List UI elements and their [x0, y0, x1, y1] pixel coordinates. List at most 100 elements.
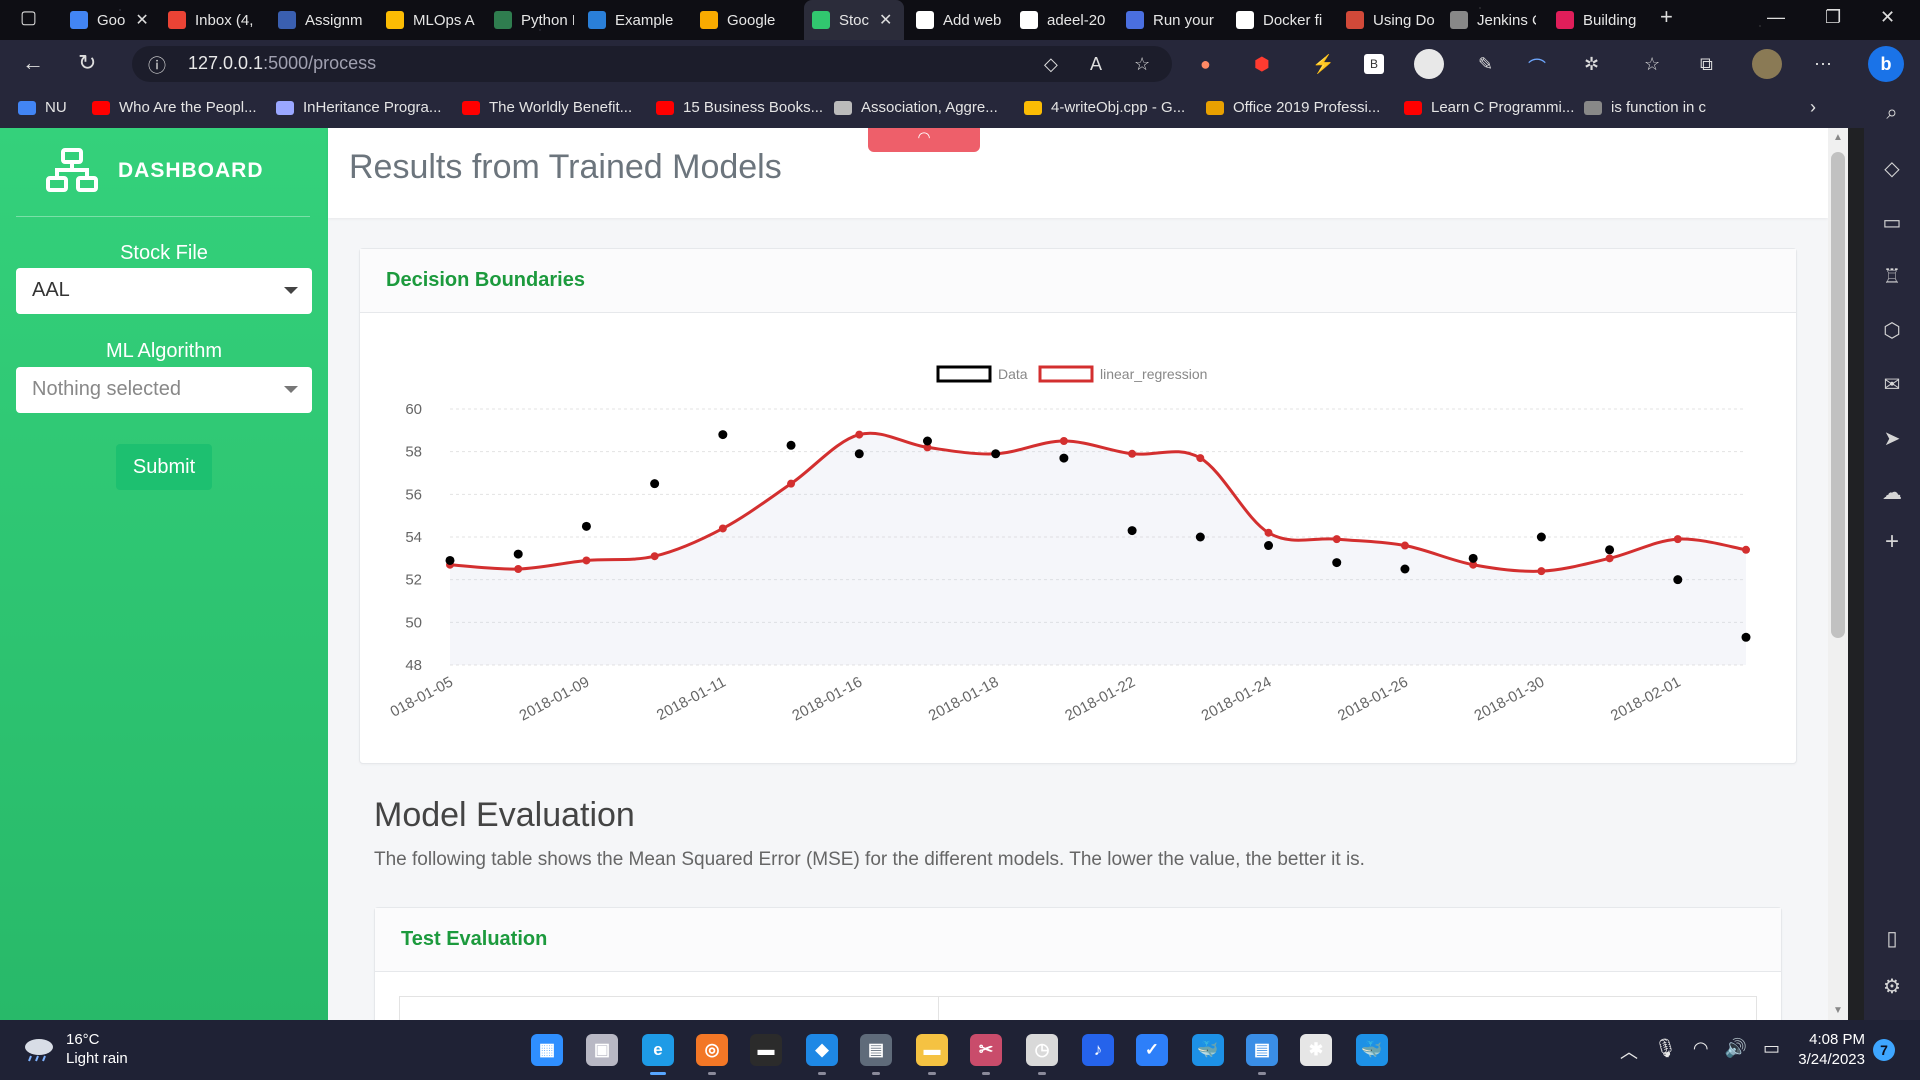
browser-tab[interactable]: Inbox (4,	[168, 6, 264, 34]
slack-icon[interactable]: ✱	[1300, 1034, 1332, 1066]
search-icon[interactable]: ⌕	[1864, 102, 1920, 125]
settings-gear-icon[interactable]: ⚙	[1864, 974, 1920, 999]
bookmark-item[interactable]: NU	[18, 99, 67, 116]
scroll-up-icon[interactable]: ▲	[1833, 132, 1843, 143]
bookmark-item[interactable]: The Worldly Benefit...	[462, 99, 632, 116]
browser-tab[interactable]: Add web	[916, 6, 1006, 34]
favorite-add-icon[interactable]: ☆	[1134, 54, 1150, 75]
browser-tab[interactable]: Python M	[494, 6, 574, 34]
volume-icon[interactable]: 🔊	[1725, 1038, 1747, 1064]
clock-icon[interactable]: ◷	[1026, 1034, 1058, 1075]
close-tab-icon[interactable]: ✕	[879, 10, 892, 30]
sidebar-toggle-icon[interactable]: ▯	[1864, 926, 1920, 951]
extension-bolt-icon[interactable]: ⚡	[1312, 54, 1334, 75]
snipping-tool-icon[interactable]: ✂	[970, 1034, 1002, 1075]
bing-copilot-icon[interactable]: b	[1868, 46, 1904, 82]
favorites-icon[interactable]: ☆	[1644, 54, 1660, 75]
close-tab-icon[interactable]: ✕	[135, 10, 148, 30]
browser-tab[interactable]: Building	[1556, 6, 1646, 34]
send-icon[interactable]: ➤	[1864, 426, 1920, 451]
wifi-icon[interactable]: ◠	[1693, 1038, 1709, 1064]
profile-avatar[interactable]	[1752, 49, 1782, 79]
cloud-icon[interactable]: ☁	[1864, 480, 1920, 505]
extension-b-icon[interactable]: B	[1364, 54, 1384, 74]
bookmarks-overflow-icon[interactable]: ›	[1810, 97, 1816, 118]
site-info-icon[interactable]: ⓘ	[148, 52, 166, 78]
tools-briefcase-icon[interactable]: ▭	[1864, 210, 1920, 235]
data-point	[1195, 532, 1205, 542]
bookmark-item[interactable]: Office 2019 Professi...	[1206, 99, 1380, 116]
extension-arc-icon[interactable]: ⌒	[1528, 54, 1546, 80]
file-explorer-icon[interactable]: ▬	[916, 1034, 948, 1075]
browser-tab[interactable]: Example	[588, 6, 688, 34]
scroll-down-icon[interactable]: ▼	[1833, 1005, 1843, 1016]
todo-icon[interactable]: ✓	[1136, 1034, 1168, 1066]
notification-badge[interactable]: 7	[1873, 1039, 1895, 1061]
y-tick-label: 56	[405, 486, 422, 503]
adblock-icon[interactable]: ⬢	[1254, 54, 1270, 75]
minimize-button[interactable]: —	[1767, 7, 1785, 28]
edge-icon[interactable]: e	[642, 1034, 674, 1075]
extension-orange-icon[interactable]: ●	[1200, 54, 1211, 75]
start-icon[interactable]: ▦	[531, 1034, 563, 1066]
bookmark-item[interactable]: 15 Business Books...	[656, 99, 823, 116]
tray-overflow-icon[interactable]: ︿	[1620, 1038, 1638, 1064]
tab-actions-icon[interactable]: ▢	[20, 7, 37, 28]
collections-icon[interactable]: ⧉	[1700, 54, 1713, 75]
notification-tab[interactable]: ◠	[868, 128, 980, 152]
close-window-button[interactable]: ✕	[1880, 7, 1895, 28]
new-tab-button[interactable]: +	[1660, 4, 1673, 30]
restore-button[interactable]: ❐	[1825, 7, 1841, 28]
browser-tab[interactable]: Docker fi	[1236, 6, 1332, 34]
docker-icon[interactable]: 🐳	[1192, 1034, 1224, 1066]
brand[interactable]: DASHBOARD	[46, 148, 264, 194]
calculator-icon[interactable]: ▤	[860, 1034, 892, 1075]
voice-recorder-icon[interactable]: ♪	[1082, 1034, 1114, 1066]
vscode-icon[interactable]: ◆	[806, 1034, 838, 1075]
clock[interactable]: 4:08 PM 3/24/2023	[1795, 1030, 1865, 1070]
browser-tab[interactable]: adeel-20	[1020, 6, 1116, 34]
add-sidebar-icon[interactable]: +	[1864, 528, 1920, 556]
stock-file-select[interactable]: AAL	[16, 268, 312, 314]
extension-pen-icon[interactable]: ✎	[1478, 54, 1493, 75]
extension-globe-icon[interactable]	[1414, 49, 1444, 79]
browser-tab[interactable]: MLOps A	[386, 6, 478, 34]
bookmark-item[interactable]: Who Are the Peopl...	[92, 99, 257, 116]
weather-widget[interactable]: 16°C Light rain	[22, 1030, 128, 1068]
office-icon[interactable]: ⬡	[1864, 318, 1920, 343]
task-view-icon[interactable]: ▣	[586, 1034, 618, 1066]
terminal-icon[interactable]: ▬	[750, 1034, 782, 1066]
jupyter-icon[interactable]: ◎	[696, 1034, 728, 1075]
browser-tab[interactable]: Assignm	[278, 6, 370, 34]
bookmark-item[interactable]: 4-writeObj.cpp - G...	[1024, 99, 1185, 116]
ml-algorithm-select[interactable]: Nothing selected	[16, 367, 312, 413]
games-icon[interactable]: ♖	[1864, 264, 1920, 289]
browser-tab[interactable]: Jenkins C	[1450, 6, 1536, 34]
submit-button[interactable]: Submit	[116, 444, 212, 490]
browser-tab[interactable]: Stoc ✕	[804, 0, 904, 40]
page-scrollbar[interactable]: ▲ ▼	[1828, 128, 1848, 1020]
browser-tab[interactable]: Run your	[1126, 6, 1222, 34]
read-aloud-icon[interactable]: A	[1090, 54, 1102, 75]
battery-icon[interactable]: ▭	[1763, 1038, 1780, 1064]
more-menu-icon[interactable]: ⋯	[1814, 54, 1832, 75]
tab-title: Add web	[943, 11, 1002, 29]
notepad-icon[interactable]: ▤	[1246, 1034, 1278, 1075]
outlook-icon[interactable]: ✉	[1864, 372, 1920, 397]
scrollbar-thumb[interactable]	[1831, 152, 1845, 638]
bookmark-item[interactable]: InHeritance Progra...	[276, 99, 441, 116]
docker-desktop-icon[interactable]: 🐳	[1356, 1034, 1388, 1066]
back-icon[interactable]: ←	[22, 50, 44, 76]
refresh-icon[interactable]: ↻	[78, 50, 96, 76]
browser-tab[interactable]: Goo ✕	[70, 6, 154, 34]
extensions-icon[interactable]: ✲	[1584, 54, 1599, 75]
bookmark-item[interactable]: Association, Aggre...	[834, 99, 998, 116]
url-text[interactable]: 127.0.0.1:5000/process	[188, 53, 376, 74]
browser-tab[interactable]: Google	[700, 6, 788, 34]
microphone-icon[interactable]: 🎙	[1654, 1038, 1677, 1064]
bookmark-item[interactable]: Learn C Programmi...	[1404, 99, 1574, 116]
tag-icon[interactable]: ◇	[1044, 54, 1058, 75]
shopping-tag-icon[interactable]: ◇	[1864, 156, 1920, 181]
bookmark-item[interactable]: is function in c	[1584, 99, 1706, 116]
browser-tab[interactable]: Using Do	[1346, 6, 1436, 34]
